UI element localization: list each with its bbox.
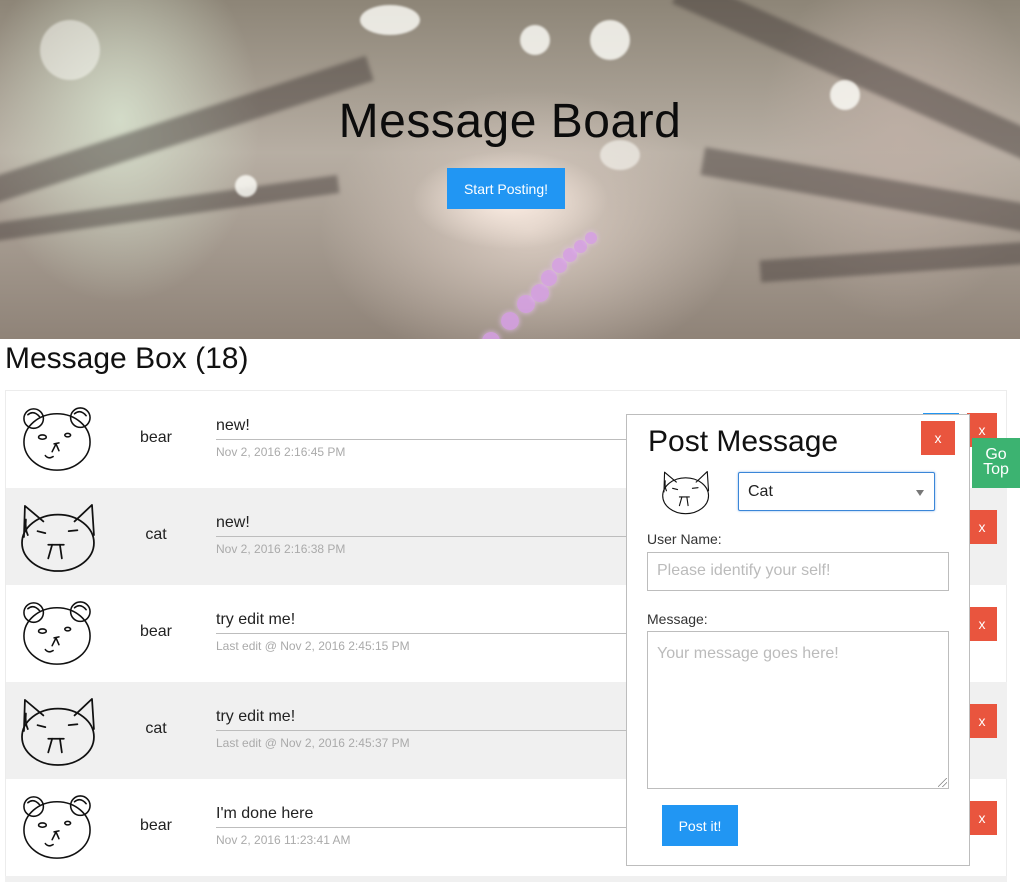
message-timestamp: Last edit @ Nov 2, 2016 2:45:37 PM	[216, 736, 410, 750]
message-username: bear	[139, 429, 173, 446]
background-beam	[700, 147, 1020, 241]
cat-avatar-icon	[21, 504, 95, 572]
background-light	[520, 25, 550, 55]
message-divider	[216, 827, 636, 828]
message-divider	[216, 730, 636, 731]
go-top-label-line2: Top	[983, 461, 1009, 478]
bokeh-dot	[574, 240, 587, 253]
page-title: Message Board	[338, 95, 682, 148]
background-beam	[759, 239, 1020, 283]
message-text: try edit me!	[216, 611, 296, 628]
delete-button[interactable]: x	[967, 704, 997, 738]
message-text: I'm done here	[216, 805, 314, 822]
close-dialog-button[interactable]: x	[921, 421, 955, 455]
message-username: cat	[145, 526, 167, 543]
message-timestamp: Nov 2, 2016 2:16:45 PM	[216, 445, 346, 459]
message-timestamp: Last edit @ Nov 2, 2016 2:45:15 PM	[216, 639, 410, 653]
delete-button[interactable]: x	[967, 510, 997, 544]
message-username: bear	[139, 817, 173, 834]
delete-button[interactable]: x	[967, 607, 997, 641]
message-username: bear	[139, 623, 173, 640]
message-text: try edit me!	[216, 708, 296, 725]
bear-avatar-icon	[23, 795, 91, 859]
username-input[interactable]: Please identify your self!	[647, 552, 949, 591]
resize-handle-icon[interactable]	[938, 778, 947, 787]
username-label: User Name:	[647, 531, 722, 547]
bear-avatar-icon	[23, 601, 91, 665]
cat-avatar-icon	[662, 471, 710, 515]
post-it-button[interactable]: Post it!	[662, 805, 738, 846]
dialog-title: Post Message	[648, 425, 839, 458]
message-box-title: Message Box (18)	[5, 342, 249, 375]
start-posting-button[interactable]: Start Posting!	[447, 168, 565, 209]
message-text: new!	[216, 514, 250, 531]
avatar-select[interactable]: Cat	[738, 472, 935, 511]
message-textarea[interactable]: Your message goes here!	[647, 631, 949, 789]
cat-avatar-icon	[21, 698, 95, 766]
next-row-edge	[5, 876, 1007, 882]
chevron-down-icon	[916, 490, 924, 496]
message-timestamp: Nov 2, 2016 11:23:41 AM	[216, 833, 351, 847]
background-light	[235, 175, 257, 197]
message-username: cat	[145, 720, 167, 737]
bokeh-dot	[501, 312, 519, 330]
background-light	[590, 20, 630, 60]
go-top-label-line1: Go	[985, 446, 1007, 463]
message-label: Message:	[647, 611, 708, 627]
bokeh-dot	[541, 270, 557, 286]
background-light	[40, 20, 100, 80]
go-top-button[interactable]: Go Top	[972, 438, 1020, 488]
message-divider	[216, 439, 636, 440]
message-divider	[216, 633, 636, 634]
delete-button[interactable]: x	[967, 801, 997, 835]
bear-avatar-icon	[23, 407, 91, 471]
post-message-dialog: Post Message x Cat User Name: Please ide…	[626, 414, 970, 866]
bokeh-dot	[482, 332, 500, 339]
hero-banner: Message Board Start Posting!	[0, 0, 1020, 339]
message-divider	[216, 536, 636, 537]
bokeh-dot	[531, 284, 549, 302]
avatar-select-value: Cat	[748, 483, 773, 500]
message-placeholder: Your message goes here!	[657, 645, 839, 662]
background-light	[360, 5, 420, 35]
message-text: new!	[216, 417, 250, 434]
bokeh-dot	[585, 232, 597, 244]
message-timestamp: Nov 2, 2016 2:16:38 PM	[216, 542, 346, 556]
